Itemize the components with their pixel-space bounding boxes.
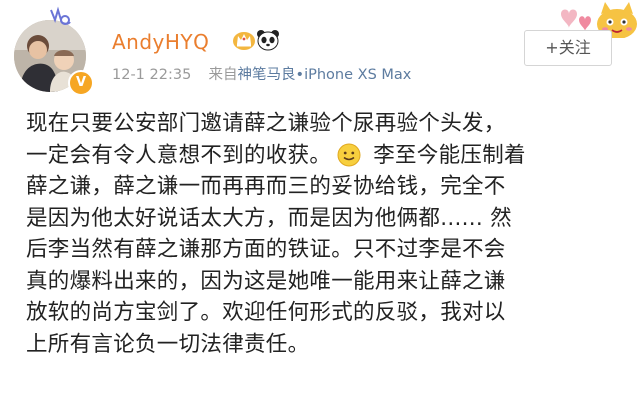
smile-emoji-icon: [337, 143, 361, 166]
post-line-part: 一定会有令人意想不到的收获。: [26, 142, 332, 168]
post-line-part: 李至今能压制着: [373, 142, 526, 168]
post-line: 现在只要公安部门邀请薛之谦验个尿再验个头发，: [26, 111, 506, 136]
panda-icon: [257, 30, 279, 51]
post-meta: 12-1 22:35 来自神笔马良•iPhone XS Max: [112, 63, 411, 84]
post-line: 上所有言论负一切法律责任。: [26, 331, 310, 357]
verified-badge-icon: V: [68, 70, 94, 96]
capricorn-icon: [50, 6, 71, 25]
post-line: 后李当然有薛之谦那方面的铁证。只不过李是不会: [26, 237, 506, 262]
post-line: 放软的尚方宝剑了。欢迎任何形式的反驳，我对以: [26, 300, 506, 325]
username[interactable]: AndyHYQ: [112, 30, 209, 54]
post-line: 真的爆料出来的，因为这是她唯一能用来让薛之谦: [26, 268, 506, 294]
post-line: 薛之谦，薛之谦一而再再而三的妥协给钱，完全不: [26, 174, 506, 199]
crown-icon: [233, 32, 255, 50]
post-line: 一定会有令人意想不到的收获。 李至今能压制着: [26, 140, 626, 172]
post-content: 现在只要公安部门邀请薛之谦验个尿再验个头发， 一定会有令人意想不到的收获。 李至…: [26, 108, 626, 360]
post-line: 是因为他太好说话太大方，而是因为他俩都...... 然: [26, 205, 512, 231]
source-prefix: 来自: [208, 67, 238, 83]
post-source-link[interactable]: 神笔马良•iPhone XS Max: [238, 67, 412, 83]
follow-button[interactable]: +关注: [524, 30, 612, 66]
post-timestamp: 12-1 22:35: [112, 67, 192, 83]
